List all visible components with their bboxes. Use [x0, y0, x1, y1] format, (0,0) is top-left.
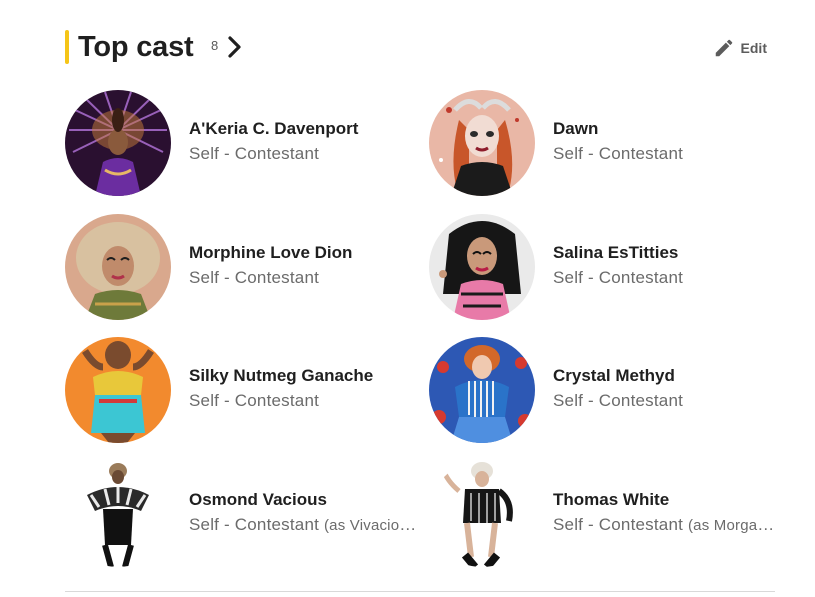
- cast-member-item[interactable]: Crystal Methyd Self - Contestant: [429, 337, 789, 445]
- edit-label: Edit: [740, 40, 767, 56]
- chevron-right-icon[interactable]: [226, 34, 244, 60]
- cast-avatar[interactable]: [429, 461, 535, 567]
- actor-name-link[interactable]: Salina EsTitties: [553, 242, 678, 264]
- character-role: Self - Contestant (as Morgan McMichaels): [553, 514, 781, 537]
- cast-member-item[interactable]: Thomas White Self - Contestant (as Morga…: [429, 461, 789, 569]
- section-divider: [65, 591, 775, 592]
- edit-button[interactable]: Edit: [713, 36, 767, 60]
- actor-name-link[interactable]: Crystal Methyd: [553, 365, 675, 387]
- character-role: Self - Contestant: [553, 143, 781, 165]
- cast-member-item[interactable]: Silky Nutmeg Ganache Self - Contestant: [65, 337, 425, 445]
- person-photo-icon: [65, 337, 171, 443]
- person-photo-icon: [429, 90, 535, 196]
- role-text: Self - Contestant: [189, 391, 320, 410]
- cast-avatar[interactable]: [65, 337, 171, 443]
- actor-name-link[interactable]: Osmond Vacious: [189, 489, 327, 511]
- role-text: Self - Contestant: [553, 144, 684, 163]
- cast-member-item[interactable]: Osmond Vacious Self - Contestant (as Viv…: [65, 461, 425, 569]
- cast-avatar[interactable]: [65, 214, 171, 320]
- person-photo-icon: [429, 214, 535, 320]
- cast-member-item[interactable]: Dawn Self - Contestant: [429, 90, 789, 198]
- person-photo-icon: [65, 90, 171, 196]
- person-photo-icon: [429, 337, 535, 443]
- role-text: Self - Contestant: [189, 144, 320, 163]
- character-role: Self - Contestant: [553, 267, 781, 289]
- person-photo-icon: [429, 461, 535, 567]
- person-photo-icon: [65, 214, 171, 320]
- person-photo-icon: [65, 461, 171, 567]
- cast-avatar[interactable]: [65, 90, 171, 196]
- cast-avatar[interactable]: [429, 337, 535, 443]
- actor-name-link[interactable]: Thomas White: [553, 489, 669, 511]
- character-role: Self - Contestant: [553, 390, 781, 412]
- section-accent-bar: [65, 30, 69, 64]
- role-text: Self - Contestant: [553, 268, 684, 287]
- role-text: Self - Contestant: [189, 515, 320, 534]
- cast-count: 8: [211, 38, 219, 53]
- cast-member-item[interactable]: Salina EsTitties Self - Contestant: [429, 214, 789, 322]
- actor-name-link[interactable]: A'Keria C. Davenport: [189, 118, 358, 140]
- section-title[interactable]: Top cast: [78, 28, 194, 66]
- cast-avatar[interactable]: [429, 90, 535, 196]
- pencil-icon: [715, 39, 732, 57]
- role-alias-text: (as Vivacious): [323, 517, 417, 534]
- actor-name-link[interactable]: Dawn: [553, 118, 598, 140]
- role-text: Self - Contestant: [189, 268, 320, 287]
- role-text: Self - Contestant: [553, 515, 684, 534]
- actor-name-link[interactable]: Morphine Love Dion: [189, 242, 352, 264]
- character-role: Self - Contestant: [189, 390, 417, 412]
- cast-avatar[interactable]: [65, 461, 171, 567]
- actor-name-link[interactable]: Silky Nutmeg Ganache: [189, 365, 373, 387]
- top-cast-header: Top cast 8 Edit: [65, 28, 775, 66]
- character-role: Self - Contestant (as Vivacious): [189, 514, 417, 537]
- cast-avatar[interactable]: [429, 214, 535, 320]
- character-role: Self - Contestant: [189, 143, 417, 165]
- role-alias-text: (as Morgan McMichaels): [687, 517, 781, 534]
- cast-member-item[interactable]: A'Keria C. Davenport Self - Contestant: [65, 90, 425, 198]
- character-role: Self - Contestant: [189, 267, 417, 289]
- cast-member-item[interactable]: Morphine Love Dion Self - Contestant: [65, 214, 425, 322]
- role-text: Self - Contestant: [553, 391, 684, 410]
